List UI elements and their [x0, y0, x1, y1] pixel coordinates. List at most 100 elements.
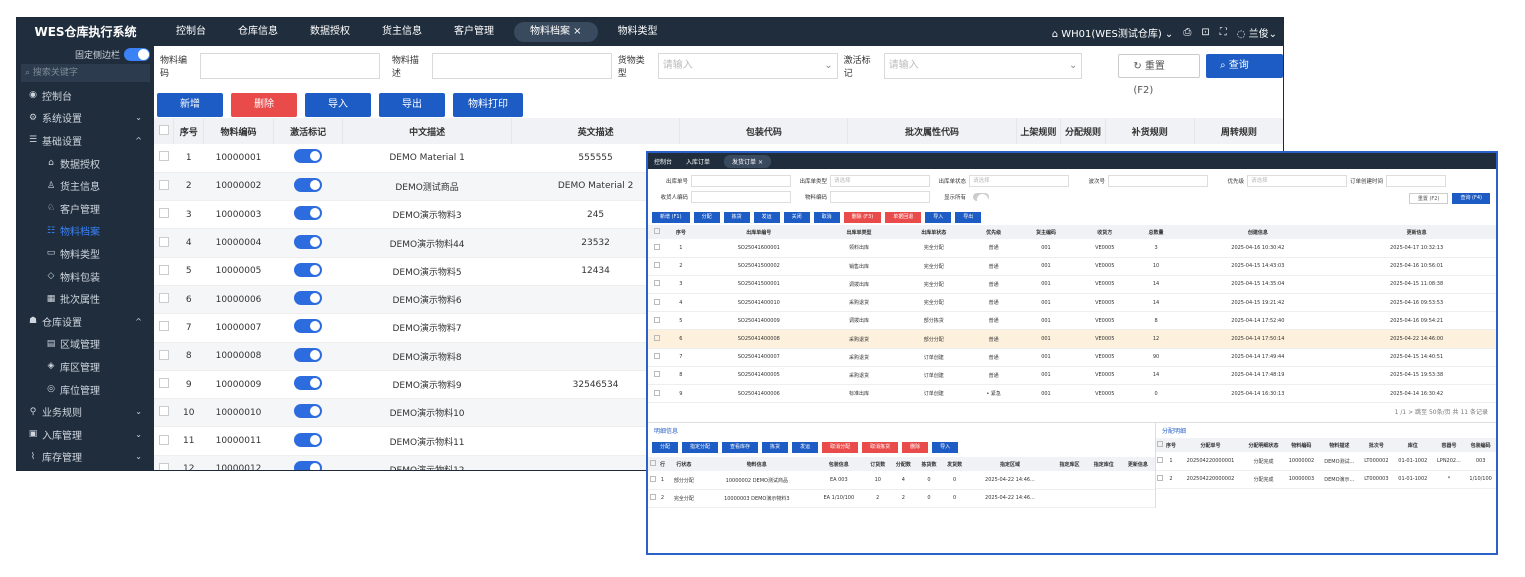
row-checkbox[interactable]	[158, 434, 169, 445]
sidebar-item-11[interactable]: ▤ 区域管理	[17, 333, 154, 356]
column-header[interactable]: 容器号	[1432, 438, 1466, 453]
action-button-3[interactable]: 发运	[753, 212, 780, 223]
tab-0[interactable]: 控制台	[160, 18, 222, 46]
column-header[interactable]: 序号	[173, 118, 205, 144]
row-checkbox[interactable]	[653, 316, 660, 323]
user-menu[interactable]: ◌ 兰俊⌄	[1237, 25, 1277, 40]
row-checkbox[interactable]	[158, 208, 169, 219]
column-header[interactable]: 周转规则	[1194, 118, 1283, 144]
outbound-tab-2[interactable]: 发货订单 ×	[724, 154, 771, 168]
row-checkbox[interactable]	[653, 280, 660, 287]
tab-2[interactable]: 数据授权	[294, 18, 366, 46]
column-header[interactable]	[648, 225, 666, 239]
action-button-0[interactable]: 分配	[652, 442, 679, 454]
column-header[interactable]: 行状态	[666, 457, 701, 472]
select-all-checkbox[interactable]	[653, 228, 660, 234]
action-button-5[interactable]: 取消	[813, 212, 840, 223]
column-header[interactable]: 批次属性代码	[847, 118, 1017, 144]
warehouse-selector[interactable]: ⌂ WH01(WES测试仓库) ⌄	[1052, 25, 1174, 40]
column-header[interactable]: 出库单状态	[896, 225, 972, 239]
sidebar-item-1[interactable]: ⚙ 系统设置 ⌄	[17, 107, 154, 130]
reset-button[interactable]: ↻ 重置 (F2)	[1118, 54, 1200, 96]
row-checkbox[interactable]	[653, 243, 660, 250]
column-header[interactable]: 物料描述	[1318, 438, 1360, 453]
code-input[interactable]	[200, 53, 380, 79]
active-toggle[interactable]	[294, 291, 323, 306]
active-toggle[interactable]	[294, 376, 323, 391]
filter-input[interactable]	[691, 175, 791, 187]
active-toggle[interactable]	[294, 319, 323, 334]
table-row[interactable]: 5 SO25041400009 调拨出库 部分拣货 普通 001 VE0005 8 2025-0…	[648, 311, 1496, 331]
sidebar-item-2[interactable]: ☰ 基础设置 ^	[17, 129, 154, 152]
column-header[interactable]: 补货规则	[1105, 118, 1195, 144]
tab-3[interactable]: 货主信息	[366, 18, 438, 46]
active-toggle[interactable]	[294, 460, 323, 470]
column-header[interactable]	[1156, 438, 1165, 453]
column-header[interactable]: 收货方	[1075, 225, 1134, 239]
column-header[interactable]: 指定库位	[1086, 457, 1121, 472]
select-all-checkbox[interactable]	[1157, 441, 1164, 448]
toggle-switch[interactable]	[124, 47, 150, 61]
action-button-1[interactable]: 分配	[693, 212, 720, 223]
query-button[interactable]: ⌕ 查询 (F4)	[1206, 54, 1283, 95]
action-button-7[interactable]: 删除	[902, 442, 929, 454]
detail-tab[interactable]: 明细信息	[648, 423, 1155, 438]
row-checkbox[interactable]	[158, 349, 169, 360]
row-checkbox[interactable]	[158, 151, 169, 162]
column-header[interactable]: 包装信息	[812, 457, 865, 472]
column-header[interactable]: 批次号	[1359, 438, 1393, 453]
sidebar-item-14[interactable]: ⚲ 业务规则 ⌄	[17, 400, 154, 423]
outbound-tab-0[interactable]: 控制台	[654, 157, 672, 166]
column-header[interactable]: 物料编码	[1284, 438, 1319, 453]
column-header[interactable]: 行	[658, 457, 667, 472]
action-button-4[interactable]: 物料打印	[453, 93, 523, 117]
select-all-checkbox[interactable]	[158, 124, 169, 135]
action-button-4[interactable]: 发运	[792, 442, 819, 454]
column-header[interactable]: 指定库区	[1052, 457, 1087, 472]
row-checkbox[interactable]	[653, 335, 660, 342]
print-icon[interactable]: ⎙	[1183, 27, 1191, 38]
tab-4[interactable]: 客户管理	[438, 18, 510, 46]
active-toggle[interactable]	[294, 206, 323, 221]
active-toggle[interactable]	[294, 149, 323, 164]
column-header[interactable]: 订货数	[864, 457, 891, 472]
filter-input[interactable]	[691, 191, 791, 203]
column-header[interactable]: 序号	[665, 225, 696, 239]
column-header[interactable]: 更新信息	[1120, 457, 1155, 472]
active-toggle[interactable]	[294, 347, 323, 362]
row-checkbox[interactable]	[158, 293, 169, 304]
table-row[interactable]: 3 SO25041500001 调拨出库 完全分配 普通 001 VE0005 14 2025-…	[648, 275, 1496, 295]
row-checkbox[interactable]	[653, 262, 660, 269]
column-header[interactable]	[154, 118, 175, 144]
sidebar-item-6[interactable]: ☷ 物料档案	[17, 220, 154, 243]
column-header[interactable]: 出库单编号	[695, 225, 822, 239]
show-all-toggle[interactable]	[973, 193, 989, 205]
active-toggle[interactable]	[294, 262, 323, 277]
column-header[interactable]: 发货数	[941, 457, 968, 472]
pagination[interactable]: 1 /1 > 跳至 50条/页 共 11 条记录	[648, 403, 1496, 420]
column-header[interactable]: 包装编码	[1465, 438, 1496, 453]
row-checkbox[interactable]	[653, 353, 660, 360]
action-button-1[interactable]: 删除	[231, 93, 297, 117]
action-button-3[interactable]: 拣货	[762, 442, 789, 454]
alloc-tab[interactable]: 分配明细	[1156, 423, 1496, 438]
tab-5[interactable]: 物料档案 ×	[514, 22, 598, 42]
column-header[interactable]: 优先级	[971, 225, 1017, 239]
column-header[interactable]: 指定区域	[967, 457, 1053, 472]
active-toggle[interactable]	[294, 404, 323, 419]
action-button-4[interactable]: 关闭	[783, 212, 810, 223]
sidebar-item-10[interactable]: ☗ 仓库设置 ^	[17, 310, 154, 333]
table-row[interactable]: 2 SO25041500002 销售出库 完全分配 普通 001 VE0005 10 2025-…	[648, 257, 1496, 276]
column-header[interactable]: 分配数	[890, 457, 917, 472]
action-button-5[interactable]: 取消分配	[822, 442, 859, 454]
column-header[interactable]: 总数量	[1133, 225, 1179, 239]
table-row[interactable]: 1 SO25041600001 领料出库 完全分配 普通 001 VE0005 3 2025-0…	[648, 239, 1496, 258]
column-header[interactable]: 出库单类型	[821, 225, 897, 239]
column-header[interactable]: 序号	[1164, 438, 1178, 453]
column-header[interactable]: 中文描述	[342, 118, 512, 144]
row-checkbox[interactable]	[158, 264, 169, 275]
table-row[interactable]: 6 SO25041400008 采购退货 部分分配 普通 001 VE0005 12 2025-…	[648, 329, 1496, 349]
action-button-6[interactable]: 删除 (F3)	[843, 212, 882, 223]
column-header[interactable]	[648, 457, 659, 472]
sidebar-item-4[interactable]: ♙ 货主信息	[17, 174, 154, 197]
